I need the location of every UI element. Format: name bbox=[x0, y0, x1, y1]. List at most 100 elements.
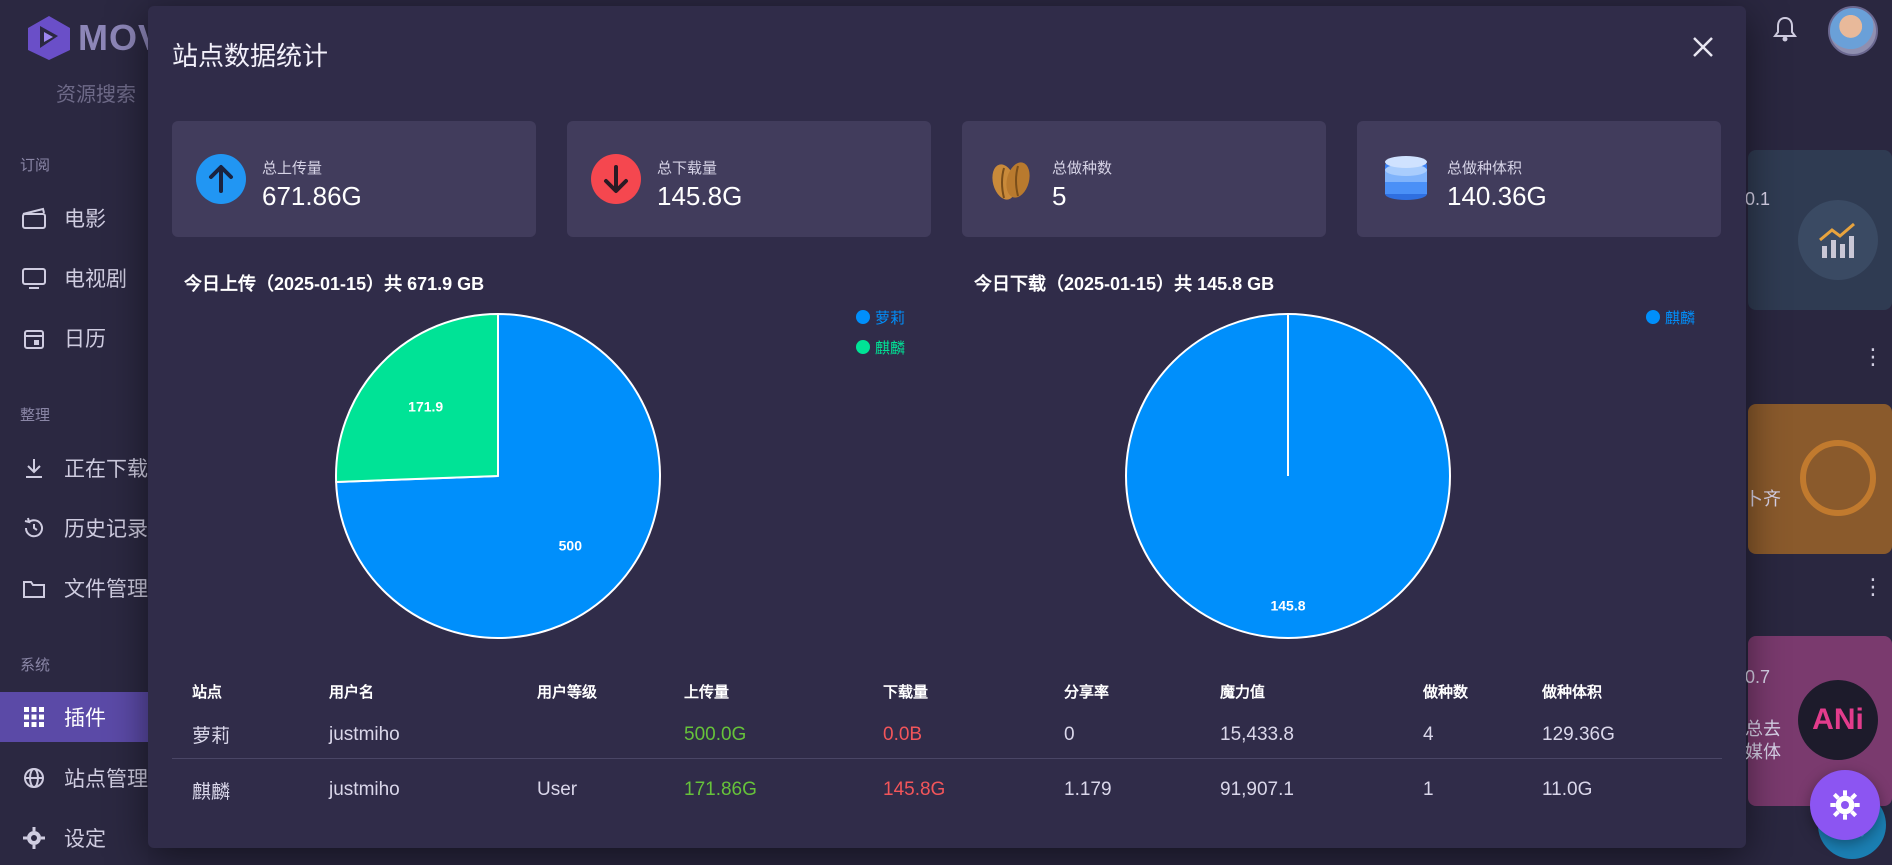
download-icon bbox=[20, 454, 48, 482]
download-chart-legend: 麒麟 bbox=[1646, 302, 1695, 332]
sidebar-item-label: 日历 bbox=[64, 328, 106, 351]
upload-pie-chart: 500 171.9 bbox=[335, 313, 661, 639]
column-header[interactable]: 分享率 bbox=[1044, 681, 1200, 702]
cell-bonus: 15,433.8 bbox=[1220, 723, 1294, 745]
app-logo[interactable]: MOV bbox=[26, 14, 163, 62]
stat-card-seeding: 总做种数 5 bbox=[962, 121, 1326, 237]
cell-seeding-count: 4 bbox=[1423, 723, 1434, 745]
monitor-icon bbox=[20, 264, 48, 292]
legend-marker bbox=[1646, 310, 1660, 324]
legend-item[interactable]: 萝莉 bbox=[856, 302, 905, 332]
pie-data-label: 171.9 bbox=[408, 398, 443, 414]
clapperboard-icon bbox=[20, 204, 48, 232]
chart-title-download: 今日下载（2025-01-15）共 145.8 GB bbox=[974, 274, 1275, 294]
legend-marker bbox=[856, 340, 870, 354]
sidebar-item-label: 文件管理 bbox=[64, 578, 148, 601]
sidebar-item-label: 站点管理 bbox=[64, 768, 148, 791]
settings-fab[interactable] bbox=[1810, 770, 1880, 840]
stat-card-upload: 总上传量 671.86G bbox=[172, 121, 536, 237]
gear-icon bbox=[20, 824, 48, 852]
database-icon bbox=[1385, 156, 1427, 200]
stat-card-seed-size: 总做种体积 140.36G bbox=[1357, 121, 1721, 237]
ani-logo-icon: ANi bbox=[1798, 680, 1878, 760]
sidebar-item-plugins[interactable]: 插件 bbox=[0, 692, 148, 742]
sidebar-item-settings[interactable]: 设定 bbox=[0, 813, 148, 863]
sidebar: MOV 资源搜索 订阅 电影 电视剧 日历 整理 正在下载 历史记录 文件管理 … bbox=[0, 0, 162, 865]
legend-label: 麒麟 bbox=[1665, 309, 1696, 327]
sidebar-item-calendar[interactable]: 日历 bbox=[0, 313, 148, 363]
column-header[interactable]: 做种体积 bbox=[1522, 681, 1722, 702]
cell-bonus: 91,907.1 bbox=[1220, 779, 1294, 800]
download-pie-chart: 145.8 bbox=[1125, 313, 1451, 639]
sidebar-item-search-partial[interactable]: 资源搜索 bbox=[56, 78, 136, 107]
more-vert-icon[interactable]: ⋮ bbox=[1862, 574, 1884, 600]
cell-seeding-size: 129.36G bbox=[1542, 723, 1615, 745]
cell-upload: 500.0G bbox=[684, 723, 747, 745]
stat-label: 总做种数 bbox=[1052, 160, 1113, 177]
arrow-up-icon bbox=[196, 154, 246, 204]
column-header[interactable]: 用户名 bbox=[309, 681, 517, 702]
background-card-text: 0.7 bbox=[1745, 667, 1771, 687]
stat-label: 总做种体积 bbox=[1447, 160, 1523, 177]
grid-icon bbox=[20, 703, 48, 731]
column-header[interactable]: 做种数 bbox=[1403, 681, 1522, 702]
cell-site: 萝莉 bbox=[192, 726, 231, 747]
cell-user-level: User bbox=[537, 779, 578, 800]
background-card-text: 0.1 bbox=[1745, 189, 1771, 209]
background-card-text: 卜齐 bbox=[1745, 489, 1781, 509]
sidebar-item-label: 电影 bbox=[64, 208, 106, 231]
cell-download: 0.0B bbox=[883, 723, 923, 745]
sidebar-item-label: 插件 bbox=[64, 707, 106, 730]
cell-site: 麒麟 bbox=[192, 781, 231, 803]
column-header[interactable]: 用户等级 bbox=[517, 681, 664, 702]
legend-marker bbox=[856, 310, 870, 324]
sidebar-item-label: 正在下载 bbox=[64, 458, 148, 481]
table-header: 站点 用户名 用户等级 上传量 下载量 分享率 魔力值 做种数 做种体积 bbox=[172, 671, 1722, 711]
close-icon[interactable] bbox=[1690, 34, 1716, 60]
background-card-text: 媒体 bbox=[1745, 742, 1781, 762]
sidebar-item-label: 电视剧 bbox=[64, 268, 127, 291]
legend-item[interactable]: 麒麟 bbox=[1646, 302, 1695, 332]
history-icon bbox=[20, 514, 48, 542]
column-header[interactable]: 站点 bbox=[172, 681, 309, 702]
seed-icon bbox=[992, 162, 1030, 200]
cell-ratio: 1.179 bbox=[1064, 779, 1112, 800]
section-title-subscribe: 订阅 bbox=[20, 157, 51, 174]
column-header[interactable]: 魔力值 bbox=[1200, 681, 1403, 702]
site-stats-dialog: 站点数据统计 总上传量 671.86G 总下载量 145.8G 总做种数 5 总… bbox=[148, 6, 1880, 848]
dialog-title: 站点数据统计 bbox=[172, 41, 329, 71]
more-vert-icon[interactable]: ⋮ bbox=[1862, 344, 1884, 370]
legend-item[interactable]: 麒麟 bbox=[856, 332, 905, 362]
cell-seeding-size: 11.0G bbox=[1542, 779, 1593, 800]
sidebar-item-movies[interactable]: 电影 bbox=[0, 193, 148, 243]
legend-label: 麒麟 bbox=[875, 339, 906, 357]
stat-value: 145.8G bbox=[657, 181, 743, 211]
sidebar-item-downloading[interactable]: 正在下载 bbox=[0, 443, 148, 493]
table-row[interactable]: 萝莉 justmiho 500.0G 0.0B 0 15,433.8 4 129… bbox=[172, 711, 1722, 759]
cell-upload: 171.86G bbox=[684, 779, 757, 800]
cell-ratio: 0 bbox=[1064, 723, 1075, 745]
logo-mark-icon bbox=[28, 16, 70, 60]
stat-value: 671.86G bbox=[262, 181, 362, 211]
sidebar-item-sites[interactable]: 站点管理 bbox=[0, 753, 148, 803]
sidebar-item-tv[interactable]: 电视剧 bbox=[0, 253, 148, 303]
cell-username: justmiho bbox=[329, 723, 400, 745]
bell-icon[interactable] bbox=[1772, 15, 1798, 48]
cell-username: justmiho bbox=[329, 779, 400, 800]
calendar-icon bbox=[20, 324, 48, 352]
cell-download: 145.8G bbox=[883, 779, 946, 800]
avatar[interactable] bbox=[1828, 6, 1878, 56]
section-title-system: 系统 bbox=[20, 657, 51, 674]
stat-card-download: 总下载量 145.8G bbox=[567, 121, 931, 237]
upload-chart-legend: 萝莉麒麟 bbox=[856, 302, 905, 362]
plugin-logo-icon bbox=[1800, 440, 1876, 516]
sidebar-item-label: 历史记录 bbox=[64, 518, 148, 541]
stat-value: 5 bbox=[1052, 181, 1067, 211]
column-header[interactable]: 上传量 bbox=[664, 681, 863, 702]
sidebar-item-history[interactable]: 历史记录 bbox=[0, 503, 148, 553]
sidebar-item-files[interactable]: 文件管理 bbox=[0, 563, 148, 613]
column-header[interactable]: 下载量 bbox=[863, 681, 1044, 702]
table-row[interactable]: 麒麟 justmiho User 171.86G 145.8G 1.179 91… bbox=[172, 759, 1722, 821]
chart-title-upload: 今日上传（2025-01-15）共 671.9 GB bbox=[184, 274, 485, 294]
stat-label: 总上传量 bbox=[262, 160, 323, 177]
